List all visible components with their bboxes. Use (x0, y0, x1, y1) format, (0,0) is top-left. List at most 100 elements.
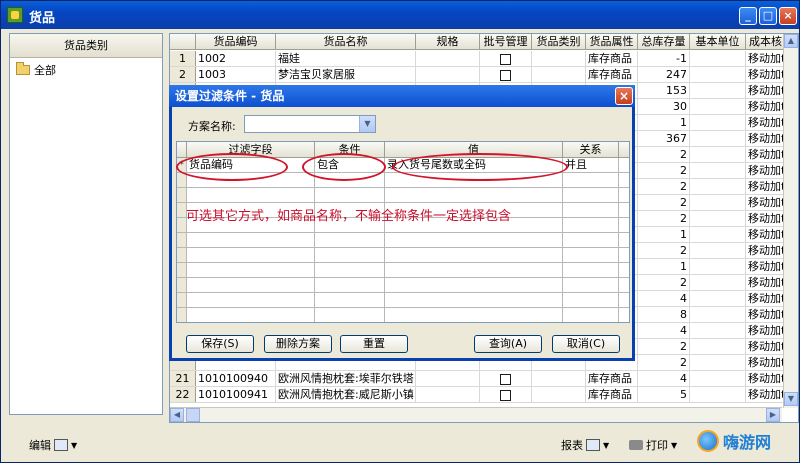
cell-code: 1010100941 (196, 387, 276, 402)
dialog-title-bar: 设置过滤条件 - 货品 × (169, 85, 635, 107)
col-header-row-number[interactable] (170, 34, 196, 49)
title-bar: 货品 _ □ × (1, 1, 799, 29)
filter-cell (315, 248, 385, 262)
cell-cost: 移动加t (748, 115, 786, 130)
tree-item-all[interactable]: 全部 (16, 62, 56, 78)
minimize-button[interactable]: _ (739, 7, 757, 25)
cell-batch (480, 371, 532, 386)
cell-unit (690, 307, 746, 322)
close-button[interactable]: × (779, 7, 797, 25)
checkbox[interactable] (500, 53, 511, 65)
cell-row-number: 21 (170, 371, 196, 386)
filter-cell (563, 203, 619, 217)
dialog-close-button[interactable]: × (615, 87, 633, 105)
scheme-select[interactable]: ▼ (244, 115, 376, 133)
filter-cell (187, 308, 315, 322)
annotation-ellipse-value (392, 153, 568, 181)
col-header-spec[interactable]: 规格 (416, 34, 480, 49)
filter-row-empty[interactable] (177, 248, 629, 263)
filter-row-empty[interactable] (177, 308, 629, 322)
scroll-up-icon[interactable]: ▲ (784, 34, 798, 48)
report-label: 报表 (561, 439, 583, 452)
scroll-thumb[interactable] (186, 408, 200, 422)
query-button[interactable]: 查询(A) (474, 335, 542, 353)
reset-button[interactable]: 重置 (340, 335, 408, 353)
delete-scheme-button[interactable]: 删除方案 (264, 335, 332, 353)
cell-cost: 移动加t (748, 355, 786, 370)
filter-cell (563, 188, 619, 202)
cell-batch (480, 51, 532, 66)
checkbox[interactable] (500, 373, 511, 385)
filter-cell (187, 188, 315, 202)
edit-button[interactable]: 编辑 ▼ (29, 437, 77, 453)
cell-unit (690, 99, 746, 114)
col-header-unit[interactable]: 基本单位 (690, 34, 746, 49)
col-header-attr[interactable]: 货品属性 (586, 34, 638, 49)
vertical-scrollbar[interactable]: ▲ ▼ (783, 34, 798, 408)
filter-cell (563, 173, 619, 187)
cell-qty: 4 (638, 371, 690, 386)
table-row[interactable]: 1 1002 福娃 库存商品 -1 移动加t (170, 51, 786, 67)
cell-unit (690, 371, 746, 386)
checkbox[interactable] (500, 69, 511, 81)
folder-icon (16, 62, 30, 75)
cell-cost: 移动加t (748, 195, 786, 210)
col-relation: 关系 (563, 142, 619, 157)
scroll-down-icon[interactable]: ▼ (784, 392, 798, 406)
annotation-text: 可选其它方式，如商品名称，不输全称条件一定选择包含 (186, 209, 512, 224)
table-row[interactable]: 21 1010100940 欧洲风情抱枕套:埃菲尔铁塔 库存商品 4 移动加t (170, 371, 786, 387)
checkbox[interactable] (500, 389, 511, 401)
cell-category (532, 387, 586, 402)
cell-qty: 2 (638, 243, 690, 258)
cell-unit (690, 83, 746, 98)
col-header-code[interactable]: 货品编码 (196, 34, 276, 49)
print-button[interactable]: 打印 ▼ (629, 437, 677, 453)
col-header-name[interactable]: 货品名称 (276, 34, 416, 49)
col-header-batch[interactable]: 批号管理 (480, 34, 532, 49)
table-row[interactable]: 22 1010100941 欧洲风情抱枕套:威尼斯小镇 库存商品 5 移动加t (170, 387, 786, 403)
filter-row-empty[interactable] (177, 233, 629, 248)
cell-qty: 2 (638, 195, 690, 210)
cell-cost: 移动加t (748, 227, 786, 242)
maximize-button[interactable]: □ (759, 7, 777, 25)
filter-cell (177, 263, 187, 277)
cell-qty: 247 (638, 67, 690, 82)
col-header-cost[interactable]: 成本核 (746, 34, 786, 49)
edit-icon (54, 439, 68, 451)
filter-row-empty[interactable] (177, 263, 629, 278)
horizontal-scrollbar[interactable]: ◀ ▶ (170, 407, 782, 422)
cell-unit (690, 51, 746, 66)
filter-cell (177, 293, 187, 307)
cell-unit (690, 387, 746, 402)
cell-category (532, 67, 586, 82)
col-header-qty[interactable]: 总库存量 (638, 34, 690, 49)
filter-cell (315, 308, 385, 322)
cell-qty: 2 (638, 163, 690, 178)
filter-cell (315, 263, 385, 277)
cell-row-number: 2 (170, 67, 196, 82)
cell-attr: 库存商品 (586, 51, 638, 66)
filter-cell (563, 248, 619, 262)
filter-row-empty[interactable] (177, 293, 629, 308)
filter-row-empty[interactable] (177, 188, 629, 203)
cell-qty: 2 (638, 147, 690, 162)
relation-cell[interactable]: 并且 (563, 158, 619, 172)
cell-unit (690, 259, 746, 274)
cell-cost: 移动加t (748, 291, 786, 306)
cancel-button[interactable]: 取消(C) (552, 335, 620, 353)
chevron-down-icon[interactable]: ▼ (359, 116, 375, 132)
filter-cell (385, 263, 563, 277)
cell-qty: 4 (638, 323, 690, 338)
cell-qty: 153 (638, 83, 690, 98)
cell-unit (690, 211, 746, 226)
cell-batch (480, 67, 532, 82)
filter-dialog: 设置过滤条件 - 货品 × 方案名称: ▼ 过滤字段 条件 值 关系 * 货品编… (169, 85, 635, 361)
report-button[interactable]: 报表 ▼ (561, 437, 609, 453)
save-scheme-button[interactable]: 保存(S) (186, 335, 254, 353)
col-header-category[interactable]: 货品类别 (532, 34, 586, 49)
table-row[interactable]: 2 1003 梦洁宝贝家居服 库存商品 247 移动加t (170, 67, 786, 83)
filter-cell (563, 293, 619, 307)
filter-row-empty[interactable] (177, 278, 629, 293)
scroll-left-icon[interactable]: ◀ (170, 408, 184, 422)
scroll-right-icon[interactable]: ▶ (766, 408, 780, 422)
